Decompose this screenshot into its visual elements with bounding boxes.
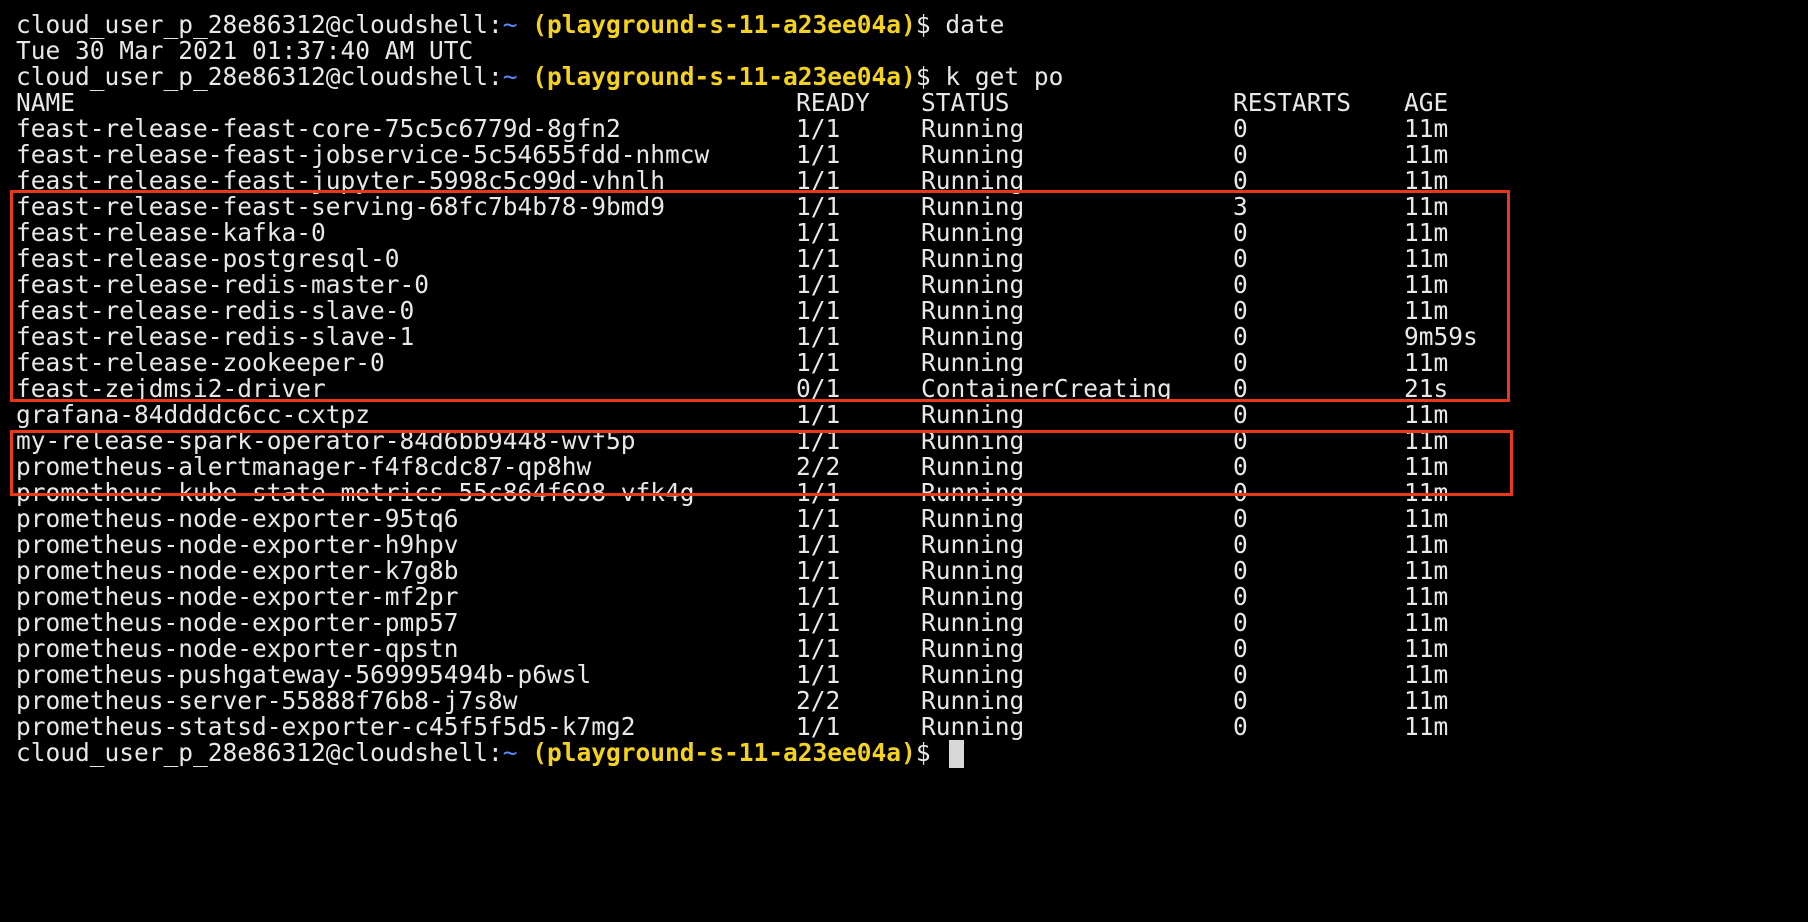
prompt-project: (playground-s-11-a23ee04a) bbox=[532, 62, 916, 91]
prompt-path: ~ bbox=[502, 62, 518, 91]
prompt-host: cloud_user_p_28e86312@cloudshell: bbox=[16, 738, 503, 767]
highlight-box-driver-grafana bbox=[10, 430, 1513, 496]
prompt-path: ~ bbox=[502, 10, 518, 39]
command-text: k get po bbox=[945, 62, 1064, 91]
prompt-symbol: $ bbox=[915, 62, 931, 91]
prompt-symbol: $ bbox=[915, 738, 931, 767]
terminal-window[interactable]: cloud_user_p_28e86312@cloudshell:~ (play… bbox=[0, 0, 1808, 919]
prompt-line-current[interactable]: cloud_user_p_28e86312@cloudshell:~ (play… bbox=[16, 738, 965, 768]
highlight-box-feast-pods bbox=[10, 190, 1510, 402]
prompt-symbol: $ bbox=[915, 10, 931, 39]
prompt-host: cloud_user_p_28e86312@cloudshell: bbox=[16, 10, 503, 39]
command-text: date bbox=[945, 10, 1005, 39]
pod-restarts: 0 bbox=[1233, 712, 1248, 741]
terminal-cursor[interactable] bbox=[949, 740, 965, 768]
prompt-path: ~ bbox=[502, 738, 518, 767]
pod-age: 11m bbox=[1404, 712, 1449, 741]
prompt-project: (playground-s-11-a23ee04a) bbox=[532, 738, 916, 767]
prompt-project: (playground-s-11-a23ee04a) bbox=[532, 10, 916, 39]
prompt-host: cloud_user_p_28e86312@cloudshell: bbox=[16, 62, 503, 91]
